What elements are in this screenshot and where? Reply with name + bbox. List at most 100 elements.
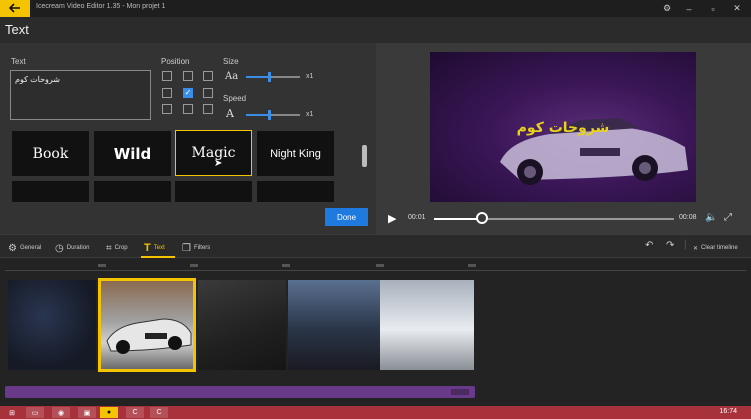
gear-icon: ⚙ xyxy=(662,3,672,13)
playback-controls: ▶ 00:01 00:08 🔈 ⤢ xyxy=(376,209,751,229)
position-bottom-center[interactable] xyxy=(183,104,193,114)
text-settings-panel: Text شروحات كوم Position ✓ Size Aa x1 Sp… xyxy=(0,43,376,234)
taskbar-app[interactable]: ◉ xyxy=(52,407,70,418)
timeline xyxy=(0,258,751,406)
text-input[interactable]: شروحات كوم xyxy=(10,70,151,120)
position-top-left[interactable] xyxy=(162,71,172,81)
play-button[interactable]: ▶ xyxy=(388,212,396,225)
font-size-icon: Aa xyxy=(225,71,239,82)
close-icon: ✕ xyxy=(733,3,741,13)
maximize-button[interactable]: ▫ xyxy=(706,2,720,15)
filters-icon: ❒ xyxy=(182,242,191,254)
speed-slider-thumb[interactable] xyxy=(268,110,271,120)
check-icon: ✓ xyxy=(184,88,192,97)
close-button[interactable]: ✕ xyxy=(730,2,744,15)
seek-bar[interactable] xyxy=(434,218,674,220)
app-icon: C xyxy=(132,409,138,416)
minimize-button[interactable]: – xyxy=(682,2,696,15)
settings-button[interactable]: ⚙ xyxy=(660,2,674,15)
windows-logo-icon: ⊞ xyxy=(9,409,15,417)
text-track[interactable] xyxy=(5,386,475,398)
timeline-clip[interactable] xyxy=(288,280,380,370)
volume-icon: 🔈 xyxy=(705,212,718,223)
selected-clip-frame xyxy=(98,278,196,372)
browser-icon: ◉ xyxy=(57,409,65,417)
seek-thumb[interactable] xyxy=(476,212,488,224)
timeline-clip[interactable] xyxy=(198,280,286,370)
ruler-mark xyxy=(282,264,290,267)
style-tile[interactable] xyxy=(175,181,252,202)
clock-icon: ◷ xyxy=(55,242,64,254)
timeline-clip[interactable] xyxy=(8,280,96,370)
mouse-cursor-icon: ➤ xyxy=(214,158,223,169)
style-tile-wild[interactable]: Wild xyxy=(94,131,171,176)
taskbar-app[interactable]: C xyxy=(150,407,168,418)
speed-slider-fill xyxy=(246,114,269,116)
position-bottom-right[interactable] xyxy=(203,104,213,114)
text-track-handle[interactable] xyxy=(451,389,469,395)
taskbar-app[interactable]: C xyxy=(126,407,144,418)
video-preview[interactable]: شروحات كوم xyxy=(430,52,696,202)
volume-button[interactable]: 🔈 xyxy=(705,212,717,223)
tool-general[interactable]: ⚙ General xyxy=(8,241,41,255)
fullscreen-button[interactable]: ⤢ xyxy=(724,212,732,223)
size-multiplier: x1 xyxy=(306,73,314,80)
position-top-right[interactable] xyxy=(203,71,213,81)
app-window: Icecream Video Editor 1.35 - Mon projet … xyxy=(0,0,751,419)
app-icon: C xyxy=(156,409,162,416)
position-bottom-left[interactable] xyxy=(162,104,172,114)
start-button[interactable]: ⊞ xyxy=(3,407,21,418)
style-tile-book[interactable]: Book xyxy=(12,131,89,176)
style-tile[interactable] xyxy=(94,181,171,202)
tool-label: General xyxy=(19,245,42,251)
speed-label: Speed xyxy=(223,94,247,103)
clear-timeline-button[interactable]: ✕ Clear timeline xyxy=(693,241,738,255)
styles-scrollbar[interactable] xyxy=(362,145,367,167)
tool-crop[interactable]: ⌗ Crop xyxy=(106,241,128,255)
current-time: 00:01 xyxy=(408,214,426,221)
undo-button[interactable]: ↶ xyxy=(645,240,653,251)
position-top-center[interactable] xyxy=(183,71,193,81)
total-time: 00:08 xyxy=(679,214,697,221)
tool-label: Filters xyxy=(193,245,211,251)
page-title: Text xyxy=(5,22,29,37)
app-icon: ▣ xyxy=(83,409,91,417)
maximize-icon: ▫ xyxy=(711,3,715,14)
redo-button[interactable]: ↷ xyxy=(666,240,674,251)
tool-text[interactable]: T Text xyxy=(144,241,165,255)
preview-panel: شروحات كوم ▶ 00:01 00:08 🔈 ⤢ xyxy=(376,43,751,234)
position-middle-left[interactable] xyxy=(162,88,172,98)
tool-label: Duration xyxy=(66,245,90,251)
divider: | xyxy=(684,239,687,250)
tool-filters[interactable]: ❒ Filters xyxy=(182,241,210,255)
position-middle-center[interactable]: ✓ xyxy=(183,88,193,98)
tool-duration[interactable]: ◷ Duration xyxy=(55,241,89,255)
window-title: Icecream Video Editor 1.35 - Mon projet … xyxy=(36,3,166,10)
ruler-line xyxy=(5,270,746,271)
tool-label: Text xyxy=(153,245,165,251)
taskbar-app[interactable]: ▭ xyxy=(26,407,44,418)
back-button[interactable] xyxy=(0,0,30,17)
minimize-icon: – xyxy=(686,3,692,14)
style-tile-label: Book xyxy=(32,145,69,162)
style-tile[interactable] xyxy=(257,181,334,202)
redo-icon: ↷ xyxy=(666,240,675,251)
position-middle-right[interactable] xyxy=(203,88,213,98)
arrow-left-icon xyxy=(8,0,21,18)
ruler-mark xyxy=(98,264,106,267)
overlay-text: شروحات كوم xyxy=(516,120,610,136)
ruler-mark xyxy=(190,264,198,267)
timeline-clip[interactable] xyxy=(380,280,474,370)
tool-label: Crop xyxy=(114,245,128,251)
done-button[interactable]: Done xyxy=(325,208,368,226)
gear-icon: ⚙ xyxy=(8,242,17,254)
style-tile-night-king[interactable]: Night King xyxy=(257,131,334,176)
close-icon: ✕ xyxy=(693,245,699,252)
size-slider-thumb[interactable] xyxy=(268,72,271,82)
position-label: Position xyxy=(161,57,190,66)
style-tile-magic[interactable]: Magic ➤ xyxy=(175,130,252,176)
title-bar: Icecream Video Editor 1.35 - Mon projet … xyxy=(0,0,751,17)
taskbar-app-icecream[interactable]: ● xyxy=(100,407,118,418)
style-tile[interactable] xyxy=(12,181,89,202)
taskbar-app[interactable]: ▣ xyxy=(78,407,96,418)
